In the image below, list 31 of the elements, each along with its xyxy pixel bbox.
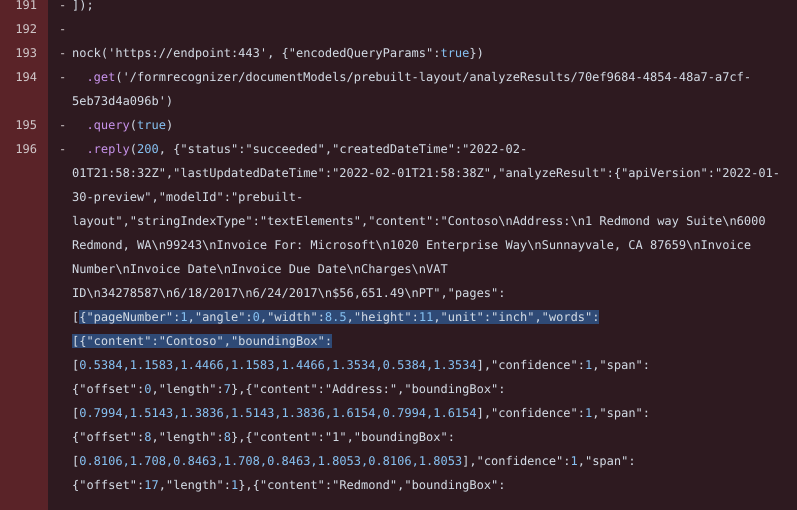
code-line: [{"pageNumber":1,"angle":0,"width":8.5,"height":11,"unit":"inch","words":	[72, 309, 600, 326]
code-line: Number\nInvoice Date\nInvoice Due Date\nCharges\nVAT	[72, 261, 448, 278]
removed-line-marker: -	[58, 46, 66, 60]
code-line: 5eb73d4a096b')	[72, 93, 174, 110]
code-line: {"offset":8,"length":8},{"content":"1","boundingBox":	[72, 429, 455, 446]
code-line: Redmond, WA\n99243\nInvoice For: Microsoft\n1020 Enterprise Way\nSunnayvale, CA 87659\nInvoice	[72, 237, 752, 254]
code-line: [0.7994,1.5143,1.3836,1.5143,1.3836,1.6154,0.7994,1.6154],"confidence":1,"span":	[72, 405, 650, 422]
code-line: 01T21:58:32Z","lastUpdatedDateTime":"2022-02-01T21:58:38Z","analyzeResult":{"apiVersion":"2022-01-	[72, 165, 780, 182]
code-line: .get('/formrecognizer/documentModels/prebuilt-layout/analyzeResults/70ef9684-4854-48a7-a7cf-	[85, 69, 752, 86]
line-number: 194	[15, 70, 37, 84]
removed-line-marker: -	[58, 22, 66, 36]
line-number: 193	[15, 46, 37, 60]
code-line: .query(true)	[85, 117, 174, 134]
code-line: ]);	[72, 0, 94, 14]
line-number: 192	[15, 22, 37, 36]
code-line: {"offset":0,"length":7},{"content":"Address:","boundingBox":	[72, 381, 506, 398]
code-line: nock('https://endpoint:443', {"encodedQueryParams":true})	[72, 45, 484, 62]
code-line: ID\n34278587\n6/18/2017\n6/24/2017\n$56,651.49\nPT","pages":	[72, 285, 506, 302]
line-number: 196	[15, 142, 37, 156]
removed-line-marker: -	[58, 0, 66, 12]
code-line: [0.8106,1.708,0.8463,1.708,0.8463,1.8053,0.8106,1.8053],"confidence":1,"span":	[72, 453, 636, 470]
removed-line-marker: -	[58, 70, 66, 84]
code-line: 30-preview","modelId":"prebuilt-	[72, 189, 304, 206]
line-number: 191	[15, 0, 37, 12]
line-number: 195	[15, 118, 37, 132]
code-line: layout","stringIndexType":"textElements","content":"Contoso\nAddress:\n1 Redmond way Suite\n6000	[72, 213, 766, 230]
code-line: {"offset":17,"length":1},{"content":"Redmond","boundingBox":	[72, 477, 506, 494]
removed-line-marker: -	[58, 118, 66, 132]
code-line: [0.5384,1.1583,1.4466,1.1583,1.4466,1.3534,0.5384,1.3534],"confidence":1,"span":	[72, 357, 650, 374]
code-line: .reply(200, {"status":"succeeded","createdDateTime":"2022-02-	[85, 141, 528, 158]
removed-line-marker: -	[58, 142, 66, 156]
